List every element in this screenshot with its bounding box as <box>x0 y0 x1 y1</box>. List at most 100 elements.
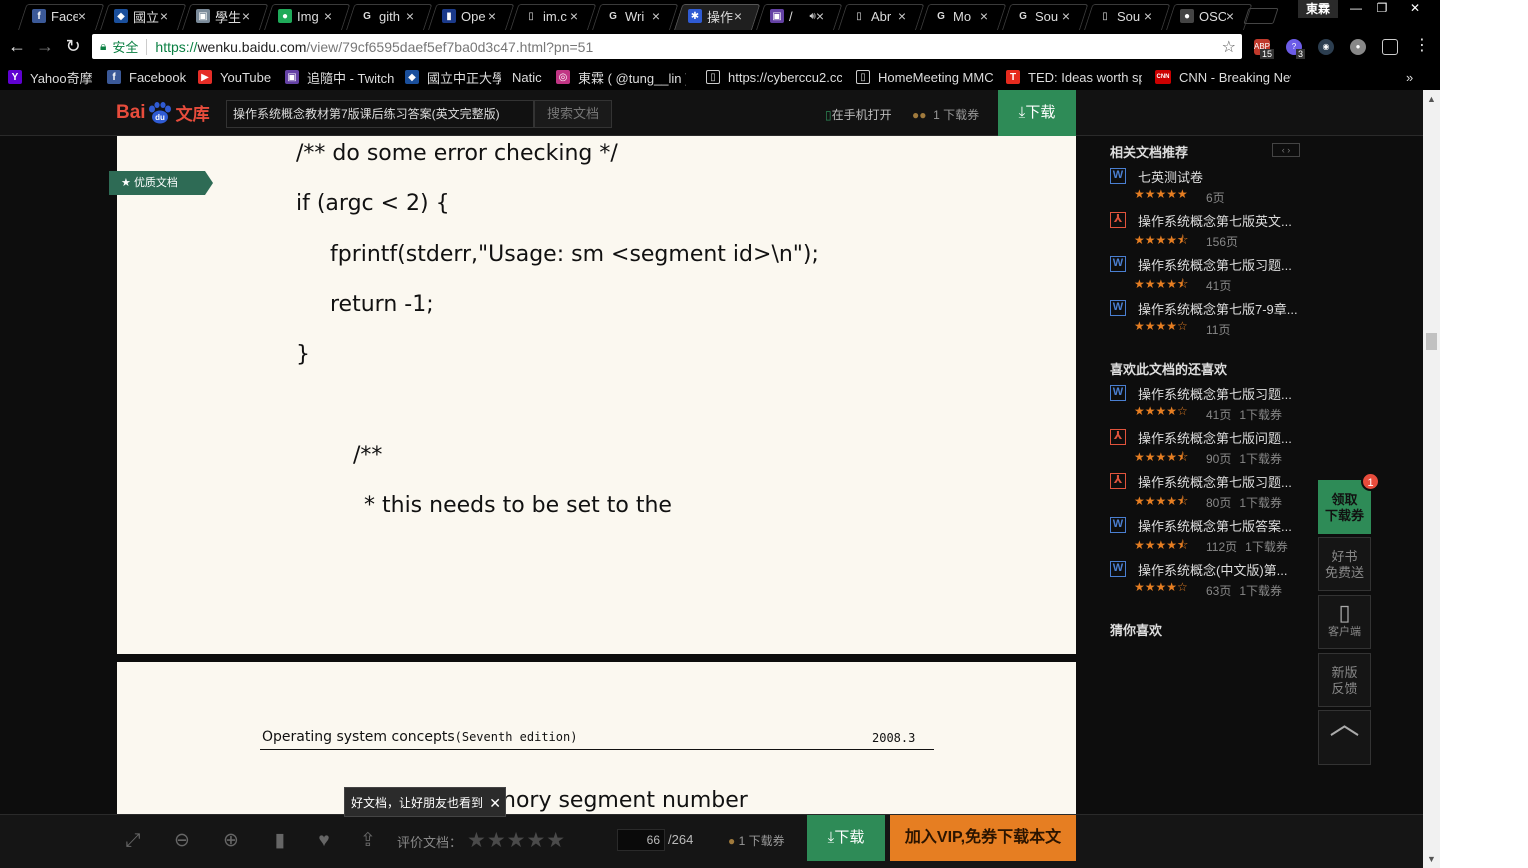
tab[interactable]: G Mo × <box>912 2 994 30</box>
doc-list-item[interactable]: ⅄ 操作系统概念第七版习题... ★★★★⯪ 80页 1下载券 <box>1110 471 1320 515</box>
address-bar[interactable]: 🔒︎ 安全 https://wenku.baidu.com/view/79cf6… <box>92 34 1242 59</box>
bookmark-item[interactable]: ◎ 東霖 ( @tung__lin ) <box>556 68 686 86</box>
download-button-bottom[interactable]: ⤓下载 <box>807 815 885 861</box>
rating-stars[interactable]: ★★★★★ <box>467 828 566 853</box>
baidu-wenku-logo[interactable]: Bai du 文库 <box>116 100 210 125</box>
bookmarks-overflow-icon[interactable]: » <box>1406 68 1413 86</box>
doc-pages: 6页 <box>1206 191 1225 205</box>
tab[interactable]: ◆ 國立 × <box>92 2 174 30</box>
owl-extension-icon[interactable]: ◉ <box>1318 39 1334 55</box>
bookmark-label: 東霖 ( @tung__lin ) <box>578 70 686 86</box>
search-input[interactable]: 操作系统概念教材第7版课后练习答案(英文完整版) <box>226 100 534 128</box>
bookmark-item[interactable]: ◆ 國立中正大學 <box>405 68 501 86</box>
restore-button[interactable]: ❐ <box>1367 0 1397 18</box>
tab-close-icon[interactable]: × <box>406 8 414 24</box>
tab-close-icon[interactable]: × <box>816 8 824 24</box>
tab[interactable]: G Wri × <box>584 2 666 30</box>
client-app-button[interactable]: ▯ 客户端 <box>1318 595 1371 649</box>
bookmark-item[interactable]: Natic <box>512 68 546 86</box>
new-tab-button[interactable] <box>1243 8 1279 24</box>
doc-list-item[interactable]: W 操作系统概念(中文版)第... ★★★★☆ 63页 1下载券 <box>1110 559 1320 603</box>
tab-active[interactable]: ✱ 操作 × <box>666 2 748 30</box>
forward-button[interactable]: → <box>34 36 56 58</box>
doc-list-item[interactable]: W 操作系统概念第七版习题... ★★★★☆ 41页 1下载券 <box>1110 383 1320 427</box>
tab[interactable]: ▯ Sou × <box>1076 2 1158 30</box>
bookmark-item[interactable]: T TED: Ideas worth sp <box>1006 68 1142 86</box>
zoom-out-icon[interactable]: ⊖ <box>170 829 194 853</box>
word-file-icon: W <box>1110 256 1126 272</box>
profile-button[interactable]: 東霖 <box>1298 0 1339 18</box>
zoom-in-icon[interactable]: ⊕ <box>219 829 243 853</box>
get-coupon-line1: 领取 <box>1331 492 1358 507</box>
doc-list-item[interactable]: W 七英测试卷 ★★★★★ 6页 <box>1110 166 1320 210</box>
back-to-top-button[interactable]: ︿ <box>1318 710 1371 765</box>
tab-close-icon[interactable]: × <box>78 8 86 24</box>
tooltip-close-icon[interactable]: ✕ <box>489 788 501 818</box>
tab-close-icon[interactable]: × <box>488 8 496 24</box>
bookmark-item[interactable]: CNN CNN - Breaking New <box>1155 68 1291 86</box>
logo-wenku: 文库 <box>175 105 210 124</box>
tab[interactable]: ▣ 學生 × <box>174 2 256 30</box>
gamepad-extension-icon[interactable] <box>1382 39 1398 55</box>
tab-close-icon[interactable]: × <box>1062 8 1070 24</box>
open-on-phone-button[interactable]: ▯在手机打开 <box>825 106 892 123</box>
tab[interactable]: f Face × <box>10 2 92 30</box>
doc-list-item[interactable]: W 操作系统概念第七版习题... ★★★★⯪ 41页 <box>1110 254 1320 298</box>
tab[interactable]: ● Img × <box>256 2 338 30</box>
tab-close-icon[interactable]: × <box>160 8 168 24</box>
scrollbar-thumb[interactable] <box>1426 333 1437 350</box>
tab-close-icon[interactable]: × <box>1144 8 1152 24</box>
bookmark-item[interactable]: Y Yahoo奇摩 <box>8 68 98 86</box>
tab[interactable]: ▯ Abr × <box>830 2 912 30</box>
reload-button[interactable]: ↻ <box>62 36 84 58</box>
tab-close-icon[interactable]: × <box>324 8 332 24</box>
vip-download-button[interactable]: 加入VIP,免券下载本文 <box>890 815 1076 861</box>
doc-name: 操作系统概念第七版答案... <box>1138 519 1292 534</box>
scroll-up-arrow[interactable]: ▲ <box>1427 94 1436 104</box>
fullscreen-icon[interactable]: ⤢ <box>121 829 145 853</box>
tab[interactable]: ● OSC × <box>1158 2 1240 30</box>
bookmark-item[interactable]: ▶ YouTube <box>198 68 278 86</box>
doc-coupons: 1下载券 <box>1239 408 1283 422</box>
vertical-scrollbar[interactable]: ▲ ▼ <box>1423 90 1440 868</box>
back-button[interactable]: ← <box>6 36 28 58</box>
tab-close-icon[interactable]: × <box>570 8 578 24</box>
download-button-top[interactable]: ⤓下载 <box>998 90 1076 136</box>
tab-close-icon[interactable]: × <box>1226 8 1234 24</box>
heart-icon[interactable]: ♥ <box>312 829 336 853</box>
tab[interactable]: ▮ Ope × <box>420 2 502 30</box>
doc-list-item[interactable]: ⅄ 操作系统概念第七版英文... ★★★★⯪ 156页 <box>1110 210 1320 254</box>
share-icon[interactable]: ⇪ <box>356 829 380 853</box>
tab[interactable]: ▣ / 🔊︎ × <box>748 2 830 30</box>
tab[interactable]: G Sou × <box>994 2 1076 30</box>
doc-list-item[interactable]: W 操作系统概念第七版7-9章... ★★★★☆ 11页 <box>1110 298 1320 342</box>
close-window-button[interactable]: ✕ <box>1397 0 1433 18</box>
bookmark-star-icon[interactable]: ☆ <box>1222 37 1236 57</box>
page-total: /264 <box>668 832 694 847</box>
bookmark-item[interactable]: ▯ https://cyberccu2.cc <box>706 68 842 86</box>
download-label-bottom: 下载 <box>834 829 865 846</box>
bookmark-icon[interactable]: ▮ <box>268 829 292 853</box>
tab[interactable]: Ggith × <box>338 2 420 30</box>
search-button[interactable]: 搜索文档 <box>534 100 612 128</box>
sidebar-pager[interactable]: ‹ › <box>1272 143 1300 157</box>
scroll-down-arrow[interactable]: ▼ <box>1427 854 1436 864</box>
doc-coupons: 1下载券 <box>1239 452 1283 466</box>
bookmark-item[interactable]: ▣ 追隨中 - Twitch <box>285 68 397 86</box>
free-book-button[interactable]: 好书 免费送 <box>1318 537 1371 591</box>
page-number-input[interactable]: 66 <box>617 829 665 851</box>
bookmark-item[interactable]: ▯ HomeMeeting MMC <box>856 68 996 86</box>
doc-list-item[interactable]: ⅄ 操作系统概念第七版问题... ★★★★⯪ 90页 1下载券 <box>1110 427 1320 471</box>
tab-close-icon[interactable]: × <box>652 8 660 24</box>
tab-close-icon[interactable]: × <box>242 8 250 24</box>
bookmark-item[interactable]: f Facebook <box>107 68 192 86</box>
tab[interactable]: ▯ im.c × <box>502 2 584 30</box>
circle-extension-icon[interactable]: ● <box>1350 39 1366 55</box>
feedback-button[interactable]: 新版 反馈 <box>1318 653 1371 707</box>
tab-close-icon[interactable]: × <box>734 8 742 24</box>
star-icon: ★ <box>121 177 131 189</box>
tab-close-icon[interactable]: × <box>980 8 988 24</box>
tab-close-icon[interactable]: × <box>898 8 906 24</box>
doc-list-item[interactable]: W 操作系统概念第七版答案... ★★★★⯪ 112页 1下载券 <box>1110 515 1320 559</box>
menu-icon[interactable]: ⋮ <box>1411 36 1433 58</box>
